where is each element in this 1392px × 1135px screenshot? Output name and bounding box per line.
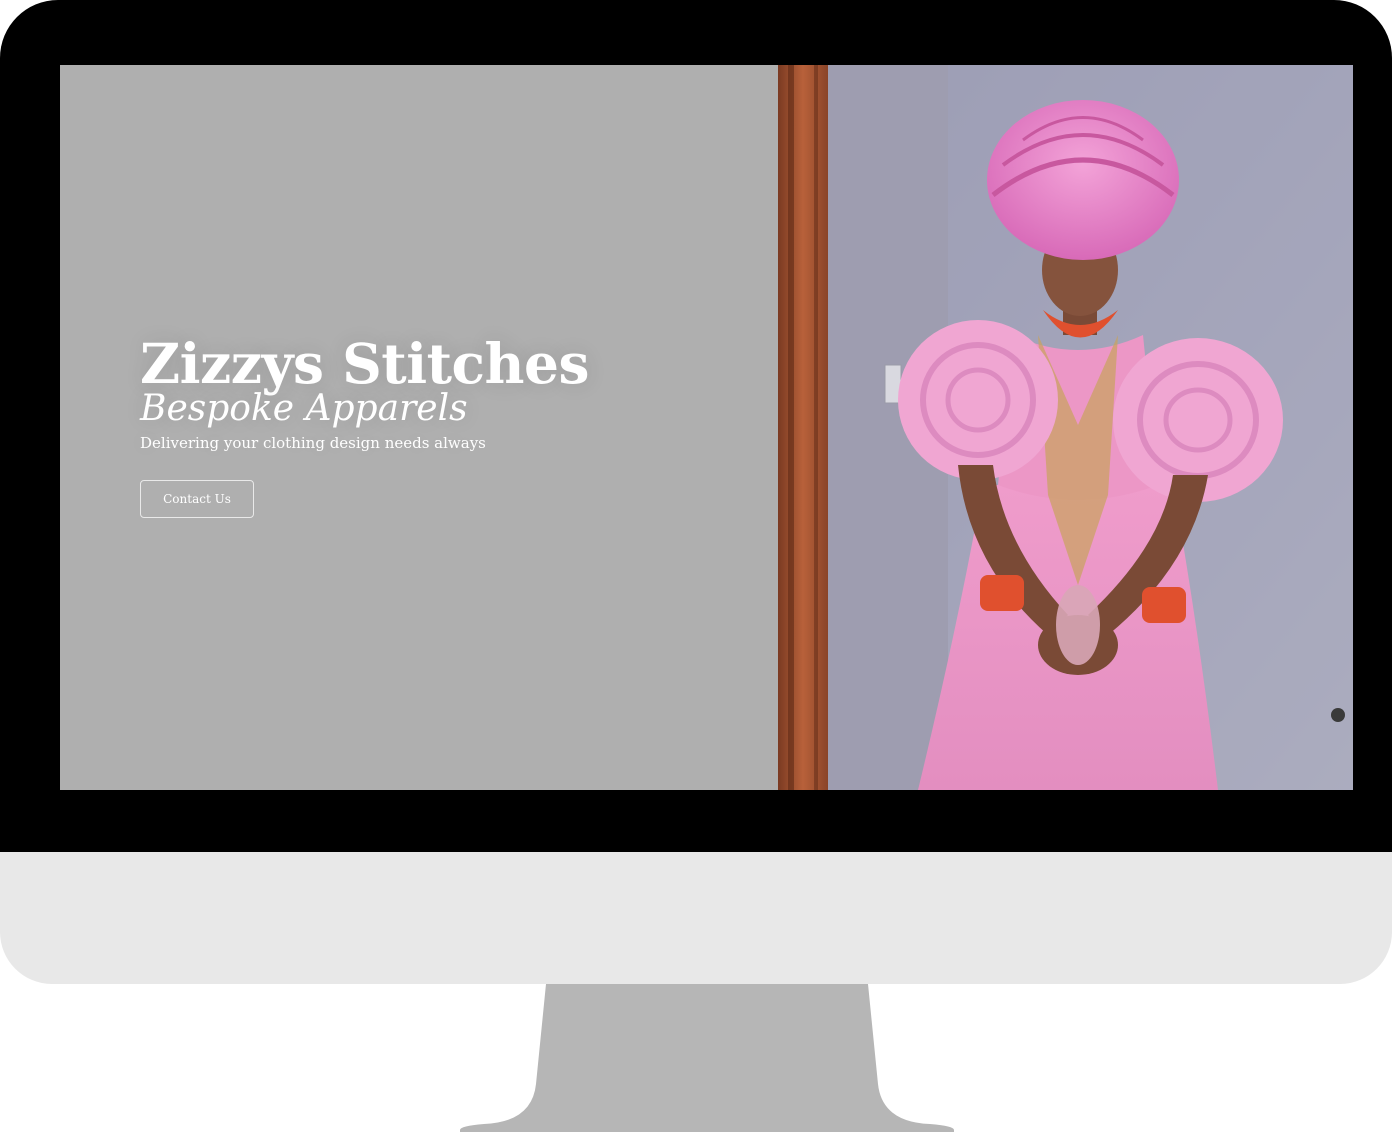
- monitor-stand: [460, 984, 954, 1132]
- website-screen: Zizzys Stitches Bespoke Apparels Deliver…: [60, 65, 1353, 790]
- hero-title: Zizzys Stitches: [140, 331, 589, 396]
- hero-text-block: Zizzys Stitches Bespoke Apparels Deliver…: [140, 333, 589, 453]
- hero-photo: [778, 65, 1353, 790]
- hero-tagline: Delivering your clothing design needs al…: [140, 434, 486, 452]
- contact-us-button[interactable]: Contact Us: [140, 480, 254, 518]
- hero-panel: Zizzys Stitches Bespoke Apparels Deliver…: [60, 65, 778, 790]
- monitor-chin: [0, 852, 1392, 984]
